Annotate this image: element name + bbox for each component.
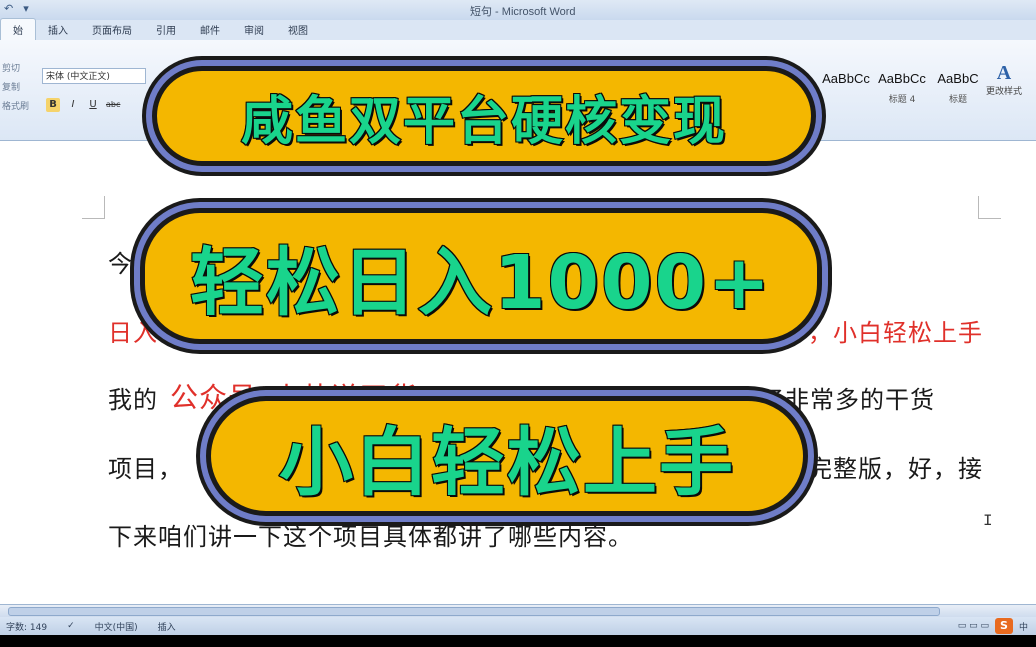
tab-page-layout[interactable]: 页面布局 [80, 19, 144, 40]
style-item-1[interactable]: AaBbCc [818, 65, 874, 115]
insert-mode[interactable]: 插入 [152, 620, 190, 633]
doc-line-4-end: 完整版，好，接 [808, 455, 983, 483]
tab-review[interactable]: 审阅 [232, 19, 276, 40]
doc-line-2-end: ，小白轻松上手 [808, 319, 983, 347]
status-bar: 字数: 149 ✓ 中文(中国) 插入 ▭ ▭ ▭ S 中 [0, 617, 1036, 635]
change-styles-label: 更改样式 [985, 87, 1022, 97]
tab-view[interactable]: 视图 [276, 19, 320, 40]
clipboard-group: 剪切 复制 格式刷 [2, 60, 29, 117]
headline-3: 小白轻松上手 [278, 419, 735, 507]
strikethrough-button[interactable]: abc [106, 98, 120, 112]
ime-mode[interactable]: 中 [1019, 620, 1028, 633]
style-item-heading4[interactable]: AaBbCc 标题 4 [874, 65, 930, 115]
view-buttons-icon[interactable]: ▭ ▭ ▭ [958, 621, 989, 631]
ime-logo-icon[interactable]: S [994, 618, 1013, 634]
underline-button[interactable]: U [86, 98, 100, 112]
quick-access-toolbar: ↶ ▾ [4, 2, 29, 15]
tab-insert[interactable]: 插入 [36, 19, 80, 40]
headline-banner-2: 轻松日入1000+ [140, 208, 822, 344]
window-title: 短句 - Microsoft Word [470, 6, 576, 18]
headline-1: 咸鱼双平台硬核变现 [240, 91, 727, 153]
doc-line-5: 下来咱们讲一下这个项目具体都讲了哪些内容。 [108, 523, 633, 551]
change-styles-icon: A [996, 62, 1012, 84]
copy-button[interactable]: 复制 [2, 79, 29, 98]
font-name-select[interactable]: 宋体 (中文正文) [42, 68, 146, 84]
tab-references[interactable]: 引用 [144, 19, 188, 40]
undo-icon[interactable]: ↶ [4, 2, 13, 15]
title-bar: ↶ ▾ 短句 - Microsoft Word [0, 0, 1036, 21]
doc-line-3-start: 我的 [108, 386, 158, 414]
scrollbar-thumb[interactable] [8, 607, 940, 616]
doc-line-4-start: 项目， [108, 455, 183, 483]
format-painter-button[interactable]: 格式刷 [2, 98, 29, 117]
tab-mailings[interactable]: 邮件 [188, 19, 232, 40]
word-window: ↶ ▾ 短句 - Microsoft Word 始 插入 页面布局 引用 邮件 … [0, 0, 1036, 647]
headline-banner-1: 咸鱼双平台硬核变现 [152, 66, 816, 166]
bottom-strip [0, 635, 1036, 647]
bold-button[interactable]: B [46, 98, 60, 112]
status-right: ▭ ▭ ▭ S 中 [958, 618, 1028, 634]
style-preview: AaBbCc [822, 71, 870, 86]
doc-line-1: 今 [108, 250, 133, 278]
headline-banner-3: 小白轻松上手 [206, 396, 808, 516]
margin-mark-left [82, 196, 105, 219]
italic-button[interactable]: I [66, 98, 80, 112]
horizontal-scrollbar[interactable] [0, 604, 1036, 617]
margin-mark-right [978, 196, 1001, 219]
style-name: 标题 4 [888, 95, 916, 105]
headline-2: 轻松日入1000+ [189, 239, 772, 327]
styles-gallery: AaBbCc AaBbCc 标题 4 AaBbC 标题 [818, 65, 986, 115]
tab-home[interactable]: 始 [0, 18, 36, 40]
save-icon[interactable]: ▾ [23, 2, 29, 15]
word-count[interactable]: 字数: 149 [0, 620, 61, 633]
change-styles-button[interactable]: A 更改样式 [976, 62, 1032, 97]
proofing-icon[interactable]: ✓ [61, 621, 89, 631]
language-status[interactable]: 中文(中国) [89, 620, 152, 633]
format-buttons: B I U abc [46, 98, 120, 112]
ribbon-tabs: 始 插入 页面布局 引用 邮件 审阅 视图 [0, 18, 1036, 40]
style-preview: AaBbCc [878, 71, 926, 86]
cut-button[interactable]: 剪切 [2, 60, 29, 79]
text-cursor-icon: I [983, 512, 993, 530]
